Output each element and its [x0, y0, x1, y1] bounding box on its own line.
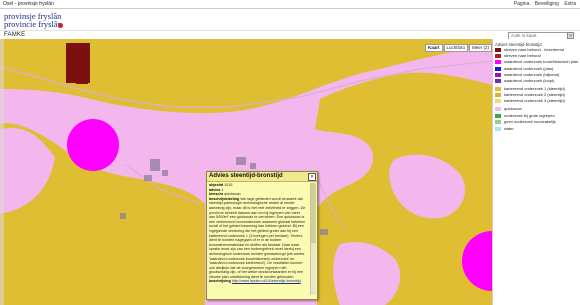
map-left-edge — [0, 39, 4, 305]
site-header: provinsje fryslân provincie fryslân FAMK… — [0, 9, 580, 40]
building — [236, 157, 246, 165]
popup-body: objectid 1015 advies 1 kenschr quickscan… — [209, 183, 307, 284]
building — [150, 159, 160, 171]
legend-swatch — [495, 113, 501, 118]
protected-zone-notch — [76, 79, 88, 84]
valuable-survey-circle-left — [67, 119, 119, 171]
map-type-switcher: Kaart Luchtfoto Meer (2) — [425, 44, 493, 52]
site-logo[interactable]: provinsje fryslân provincie fryslân — [4, 12, 62, 29]
legend-swatch — [495, 98, 501, 103]
legend-item: waardevol onderzoek bouwhistorisch plan — [495, 59, 578, 64]
legend-label: streven naar behoud — [504, 53, 541, 58]
legend-swatch — [495, 86, 501, 91]
legend-swatch — [495, 53, 501, 58]
toolbar-extra-menu[interactable]: Extra — [564, 1, 576, 7]
browser-titlebar: Oxel - provinsje fryslân Pagina Beveilig… — [0, 0, 580, 9]
toolbar-page-menu[interactable]: Pagina — [514, 1, 530, 7]
description-text: Van lage gebieden wordt verwacht dat ste… — [209, 196, 306, 279]
link-label: beschrijving — [209, 279, 231, 284]
popup-scrollbar[interactable] — [310, 183, 316, 295]
legend-item: waardevol onderzoek (blijvend) — [495, 72, 559, 77]
legend-swatch — [495, 72, 501, 77]
legend-label: waardevol onderzoek (loopt) — [504, 78, 555, 83]
protected-zone — [66, 43, 90, 83]
info-popup: Advies steentijd-bronstijd ✕ objectid 10… — [206, 171, 318, 300]
browser-toolbar: Pagina Beveiliging Extra — [510, 0, 576, 8]
map-type-meer[interactable]: Meer (2) — [469, 44, 493, 52]
close-icon[interactable]: ✕ — [308, 173, 316, 181]
legend-label: waardevol onderzoek bouwhistorisch plan — [504, 59, 579, 64]
description-link[interactable]: http://www.fryslan.nl/1/4/steentijd-bron… — [232, 279, 301, 283]
popup-scrollbar-thumb[interactable] — [311, 183, 316, 243]
legend-label: geen onderzoek noodzakelijk — [504, 119, 556, 124]
legend-label: water — [504, 126, 514, 131]
legend-label: quickscan — [504, 106, 522, 111]
legend-swatch — [495, 59, 501, 64]
building — [162, 170, 168, 176]
field-value: 1 — [221, 187, 224, 192]
legend-swatch — [495, 126, 501, 131]
legend-item: water — [495, 126, 514, 131]
legend-item: waardevol onderzoek (loopt) — [495, 78, 554, 83]
building — [120, 213, 126, 219]
field-label: kenschr — [209, 192, 224, 197]
legend-swatch — [495, 78, 501, 83]
logo-line-dutch: provincie fryslân — [4, 19, 62, 29]
legend-label: waardevol onderzoek (blijvend) — [504, 72, 560, 77]
legend-label: kartereend onderzoek 2 (steentijd) — [504, 92, 565, 97]
search-button[interactable]: » — [567, 32, 574, 39]
description-label: beschrijvinkeling — [209, 196, 240, 201]
popup-header: Advies steentijd-bronstijd ✕ — [207, 172, 317, 182]
popup-title: Advies steentijd-bronstijd — [209, 173, 283, 179]
legend-label: kartereend onderzoek 1 (steentijd) — [504, 86, 565, 91]
building — [320, 229, 328, 235]
legend-label: streven naar behoud - beschermd — [504, 47, 565, 52]
logo-dot-icon — [58, 23, 63, 28]
legend-item: streven naar behoud — [495, 53, 541, 58]
legend-swatch — [495, 119, 501, 124]
building — [144, 175, 152, 181]
field-label: advies — [209, 187, 221, 192]
legend-swatch — [495, 66, 501, 71]
legend-item: onderzoek bij grote ingrepen — [495, 113, 555, 118]
legend-item: kartereend onderzoek 2 (steentijd) — [495, 92, 565, 97]
header-divider — [0, 30, 580, 31]
building — [250, 163, 256, 169]
legend-item: quickscan — [495, 106, 522, 111]
field-value: quickscan — [224, 192, 241, 197]
browser-title: Oxel - provinsje fryslân — [3, 1, 54, 7]
legend-label: onderzoek bij grote ingrepen — [504, 113, 555, 118]
legend-item: waardevol onderzoek (plan) — [495, 66, 553, 71]
legend-item: streven naar behoud - beschermd — [495, 47, 564, 52]
map-type-kaart[interactable]: Kaart — [425, 44, 443, 52]
legend-item: kartereend onderzoek 3 (steentijd) — [495, 98, 565, 103]
map-legend: Advies steentijd-bronstijd streven naar … — [492, 39, 580, 305]
toolbar-security-menu[interactable]: Beveiliging — [535, 1, 559, 7]
field-value: 1015 — [224, 183, 233, 187]
page-title: FAMKE — [4, 32, 26, 38]
map-type-luchtfoto[interactable]: Luchtfoto — [443, 44, 469, 52]
legend-swatch — [495, 92, 501, 97]
legend-swatch — [495, 106, 501, 111]
legend-swatch — [495, 47, 501, 52]
field-label: objectid — [209, 183, 224, 187]
legend-item: kartereend onderzoek 1 (steentijd) — [495, 86, 565, 91]
legend-label: kartereend onderzoek 3 (steentijd) — [504, 98, 565, 103]
legend-label: waardevol onderzoek (plan) — [504, 66, 554, 71]
legend-item: geen onderzoek noodzakelijk — [495, 119, 556, 124]
